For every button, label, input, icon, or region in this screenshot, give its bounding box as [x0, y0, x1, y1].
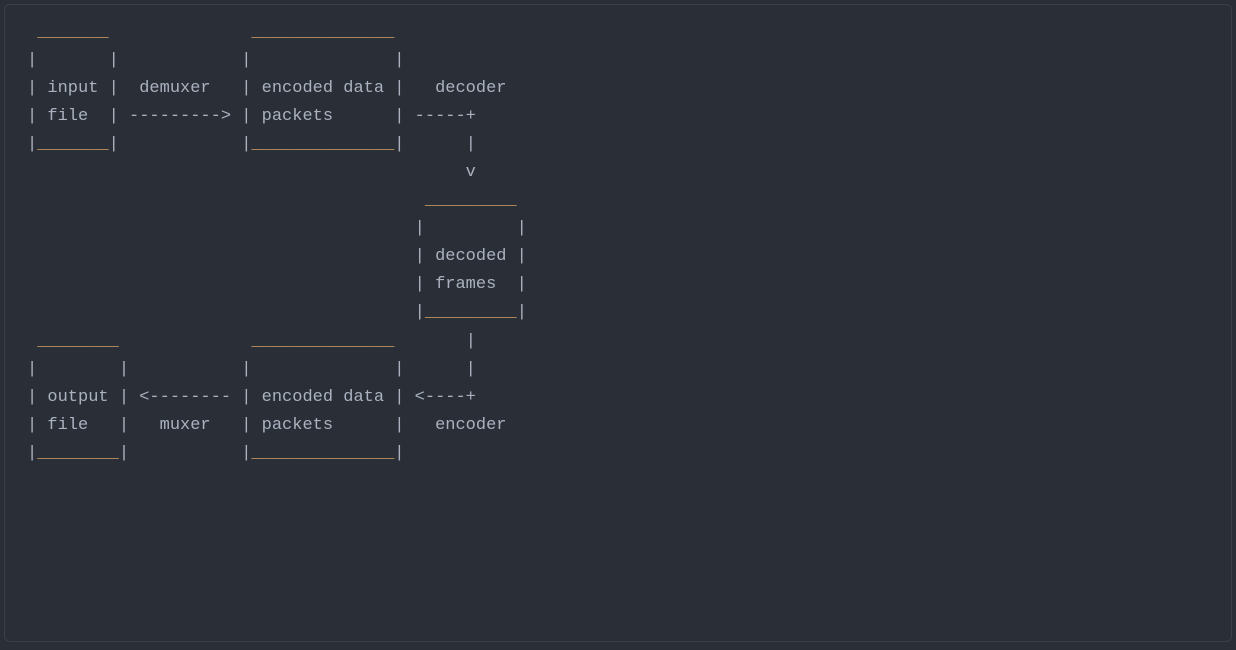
code-block-container: _______ ______________ | | | | | input |…: [4, 4, 1232, 642]
ascii-flow-diagram: _______ ______________ | | | | | input |…: [27, 19, 1209, 468]
